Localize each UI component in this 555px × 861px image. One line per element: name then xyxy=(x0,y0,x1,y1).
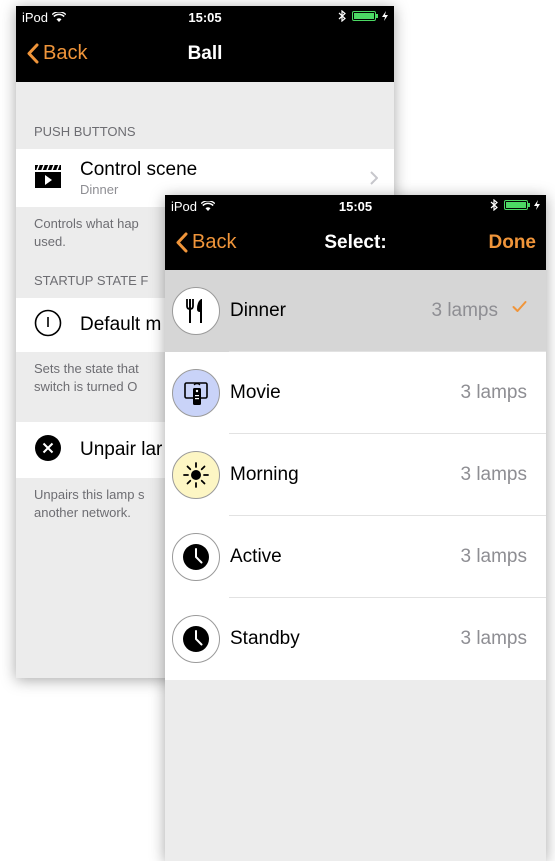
scene-name: Active xyxy=(230,546,282,567)
power-icon xyxy=(34,309,62,342)
status-time: 15:05 xyxy=(338,199,373,214)
battery-icon xyxy=(504,200,530,210)
clapperboard-icon xyxy=(34,163,62,194)
status-right xyxy=(338,10,388,22)
scene-name: Movie xyxy=(230,382,281,403)
clock-icon xyxy=(172,533,220,581)
scene-name: Morning xyxy=(230,464,299,485)
remote-tv-icon xyxy=(172,369,220,417)
close-circle-icon xyxy=(34,434,62,467)
scene-lamp-count: 3 lamps xyxy=(460,546,527,567)
battery-icon xyxy=(352,11,378,21)
charging-icon xyxy=(382,11,388,21)
scene-row-active[interactable]: Active 3 lamps xyxy=(165,516,546,598)
back-label: Back xyxy=(192,231,237,253)
status-bar: iPod 15:05 xyxy=(16,6,394,28)
status-right xyxy=(490,199,540,211)
scene-lamp-count: 3 lamps xyxy=(460,464,527,485)
select-scene-screen: iPod 15:05 Back Select: Done Dinner 3 la… xyxy=(165,195,546,861)
status-bar: iPod 15:05 xyxy=(165,195,546,217)
clock-icon xyxy=(172,615,220,663)
scene-name: Standby xyxy=(230,628,300,649)
back-label: Back xyxy=(43,42,88,64)
nav-bar: Back Ball xyxy=(16,28,394,82)
fork-knife-icon xyxy=(172,287,220,335)
bluetooth-icon xyxy=(338,10,346,22)
default-state-title: Default m xyxy=(80,314,162,335)
chevron-right-icon xyxy=(370,171,378,185)
unpair-lamp-title: Unpair lar xyxy=(80,439,163,460)
done-button[interactable]: Done xyxy=(489,232,537,254)
chevron-left-icon xyxy=(176,232,188,253)
back-button[interactable]: Back xyxy=(175,231,236,254)
scene-name: Dinner xyxy=(230,300,286,321)
chevron-left-icon xyxy=(27,43,39,64)
scene-list: Dinner 3 lamps Movie 3 lamps Morning 3 l… xyxy=(165,270,546,680)
sun-icon xyxy=(172,451,220,499)
bluetooth-icon xyxy=(490,199,498,211)
back-button[interactable]: Back xyxy=(26,42,87,65)
scene-lamp-count: 3 lamps xyxy=(460,382,527,403)
scene-lamp-count: 3 lamps xyxy=(431,300,498,321)
charging-icon xyxy=(534,200,540,210)
checkmark-icon xyxy=(512,301,527,312)
scene-row-morning[interactable]: Morning 3 lamps xyxy=(165,434,546,516)
scene-row-movie[interactable]: Movie 3 lamps xyxy=(165,352,546,434)
section-header-push-buttons: PUSH BUTTONS xyxy=(34,124,136,139)
scene-lamp-count: 3 lamps xyxy=(460,628,527,649)
control-scene-title: Control scene xyxy=(80,159,198,180)
scene-row-dinner[interactable]: Dinner 3 lamps xyxy=(165,270,546,352)
nav-bar: Back Select: Done xyxy=(165,217,546,270)
scene-row-standby[interactable]: Standby 3 lamps xyxy=(165,598,546,680)
